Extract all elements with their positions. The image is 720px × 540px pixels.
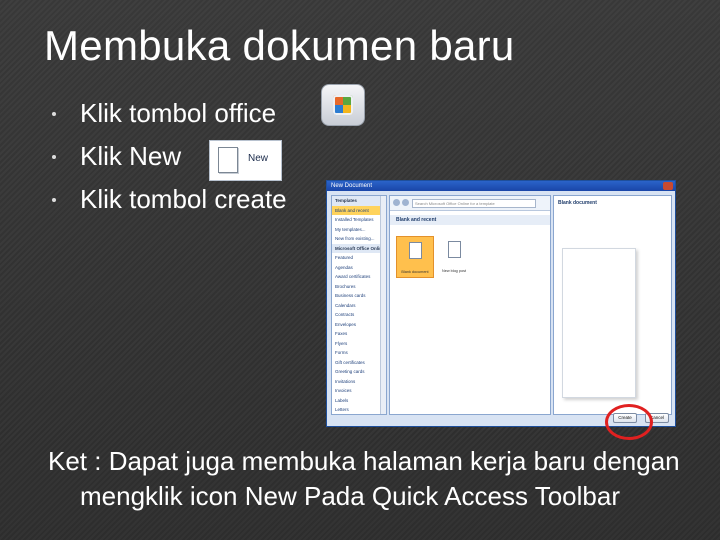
dialog-title: New Document [331, 183, 373, 189]
new-blog-post-thumbnail[interactable]: New blog post [436, 236, 472, 276]
preview-pane: Blank document [553, 195, 672, 415]
bullet-text: Klik tombol create [80, 184, 287, 214]
blank-page-preview [562, 248, 636, 398]
highlight-circle [605, 404, 653, 440]
template-category-item[interactable]: Calendars [332, 301, 386, 311]
thumbnail-caption: New blog post [441, 269, 467, 273]
document-page-icon [409, 242, 422, 259]
bullet-dot-icon [52, 155, 56, 159]
template-gallery: Search Microsoft Office Online for a tem… [389, 195, 551, 415]
template-category-item[interactable]: My templates... [332, 225, 386, 235]
template-category-item[interactable]: Labels [332, 396, 386, 406]
new-button-label: New [248, 153, 269, 164]
template-category-item[interactable]: Agendas [332, 263, 386, 273]
new-button[interactable]: New [209, 140, 282, 181]
scrollbar[interactable] [380, 196, 386, 414]
template-category-item: Microsoft Office Online [332, 243, 386, 253]
blog-page-icon [448, 241, 461, 258]
template-category-item[interactable]: Business cards [332, 291, 386, 301]
template-category-item[interactable]: Invoices [332, 386, 386, 396]
bullet-dot-icon [52, 112, 56, 116]
office-button[interactable] [321, 84, 365, 126]
template-category-item[interactable]: Brochures [332, 282, 386, 292]
template-search-input[interactable]: Search Microsoft Office Online for a tem… [412, 199, 536, 208]
template-category-item[interactable]: Envelopes [332, 320, 386, 330]
new-document-dialog: New Document Templates Blank and recent In… [326, 180, 676, 427]
template-category-item[interactable]: Faxes [332, 329, 386, 339]
back-arrow-icon[interactable] [393, 199, 400, 206]
preview-title: Blank document [558, 200, 597, 206]
template-category-item[interactable]: Blank and recent [332, 205, 386, 215]
template-category-item[interactable]: Flyers [332, 339, 386, 349]
slide-title: Membuka dokumen baru [44, 22, 515, 69]
template-category-item: Templates [332, 196, 386, 206]
bullet-text: Klik New [80, 141, 182, 171]
bullet-item: Klik tombol create [48, 180, 287, 223]
template-categories: Templates Blank and recent Installed Templ… [331, 195, 387, 415]
template-category-item[interactable]: Installed Templates [332, 215, 386, 225]
bullet-dot-icon [52, 198, 56, 202]
template-category-item[interactable]: Greeting cards [332, 367, 386, 377]
office-logo-icon [333, 95, 353, 115]
template-category-item[interactable]: Gift certificates [332, 358, 386, 368]
bullet-text: Klik tombol office [80, 98, 277, 128]
template-category-list: Templates Blank and recent Installed Templ… [332, 196, 386, 415]
bullet-item: Klik tombol office [48, 94, 287, 137]
template-category-item[interactable]: New from existing... [332, 234, 386, 244]
gallery-toolbar: Search Microsoft Office Online for a tem… [390, 196, 550, 211]
gallery-section-title: Blank and recent [390, 215, 550, 225]
close-icon[interactable] [663, 182, 673, 190]
template-category-item[interactable]: Award certificates [332, 272, 386, 282]
slide-note: Ket : Dapat juga membuka halaman kerja b… [48, 446, 680, 511]
dialog-titlebar: New Document [327, 181, 675, 191]
template-category-item[interactable]: Letters [332, 405, 386, 415]
template-category-item[interactable]: Invitations [332, 377, 386, 387]
blank-document-thumbnail[interactable]: Blank document [396, 236, 434, 278]
template-category-item[interactable]: Forms [332, 348, 386, 358]
new-document-icon [218, 147, 238, 173]
template-category-item[interactable]: Contracts [332, 310, 386, 320]
forward-arrow-icon[interactable] [402, 199, 409, 206]
thumbnail-caption: Blank document [401, 270, 429, 274]
template-category-item[interactable]: Featured [332, 253, 386, 263]
